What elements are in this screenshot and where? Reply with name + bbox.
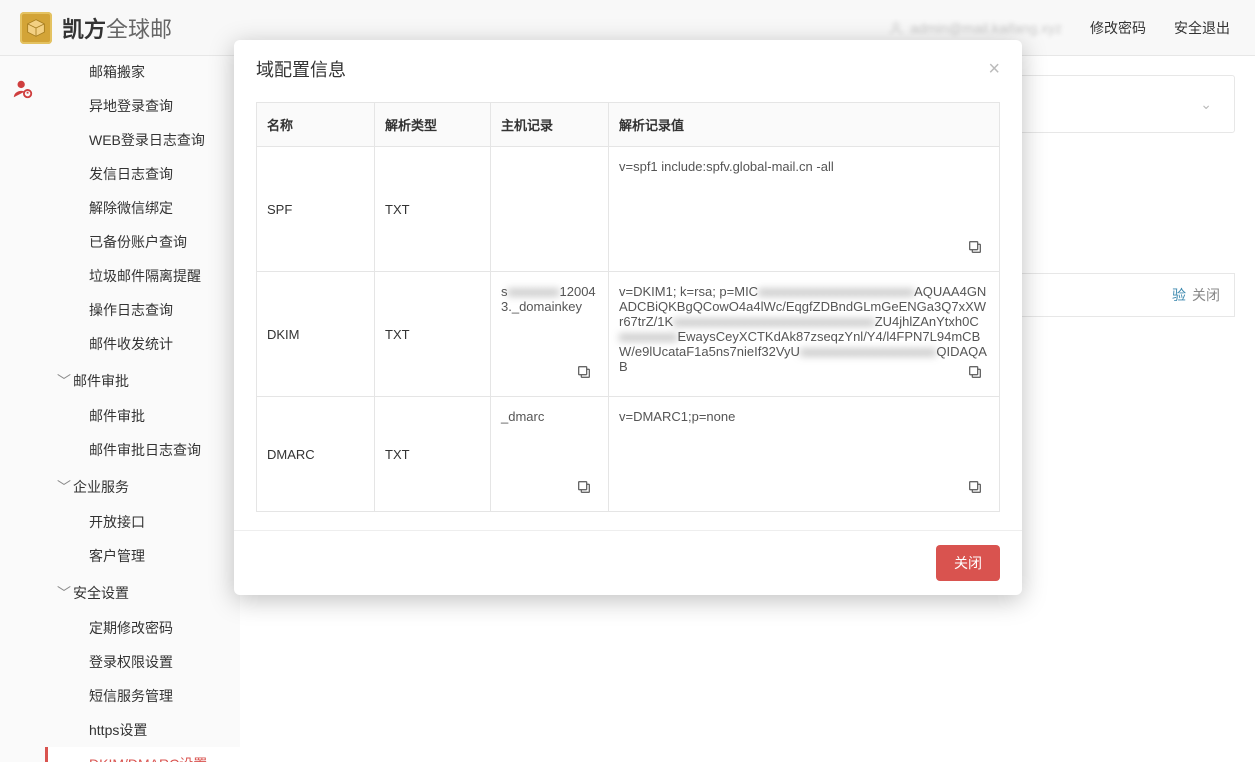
cell-type: TXT [375,272,491,397]
cell-value: v=spf1 include:spfv.global-mail.cn -all [609,147,1000,272]
close-icon[interactable]: × [988,59,1000,79]
cell-type: TXT [375,147,491,272]
copy-icon[interactable] [967,479,983,495]
table-row-dkim: DKIM TXT sxxxxxxxx120043._domainkey v=DK… [257,272,1000,397]
col-type: 解析类型 [375,103,491,147]
domain-config-modal: 域配置信息 × 名称 解析类型 主机记录 解析记录值 SPF TXT [234,40,1022,595]
col-value: 解析记录值 [609,103,1000,147]
cell-name: SPF [257,147,375,272]
copy-icon[interactable] [967,239,983,255]
table-row-dmarc: DMARC TXT _dmarc v=DMARC1;p=none [257,397,1000,512]
cell-name: DKIM [257,272,375,397]
cell-value: v=DMARC1;p=none [609,397,1000,512]
dns-records-table: 名称 解析类型 主机记录 解析记录值 SPF TXT v=spf1 includ… [256,102,1000,512]
copy-icon[interactable] [576,479,592,495]
cell-value: v=DKIM1; k=rsa; p=MICxxxxxxxxxxxxxxxxxxx… [609,272,1000,397]
cell-host: _dmarc [491,397,609,512]
cell-type: TXT [375,397,491,512]
close-button[interactable]: 关闭 [936,545,1000,581]
cell-host: sxxxxxxxx120043._domainkey [491,272,609,397]
copy-icon[interactable] [967,364,983,380]
col-name: 名称 [257,103,375,147]
cell-host [491,147,609,272]
copy-icon[interactable] [576,364,592,380]
cell-name: DMARC [257,397,375,512]
modal-title: 域配置信息 [256,56,346,82]
col-host: 主机记录 [491,103,609,147]
table-row-spf: SPF TXT v=spf1 include:spfv.global-mail.… [257,147,1000,272]
